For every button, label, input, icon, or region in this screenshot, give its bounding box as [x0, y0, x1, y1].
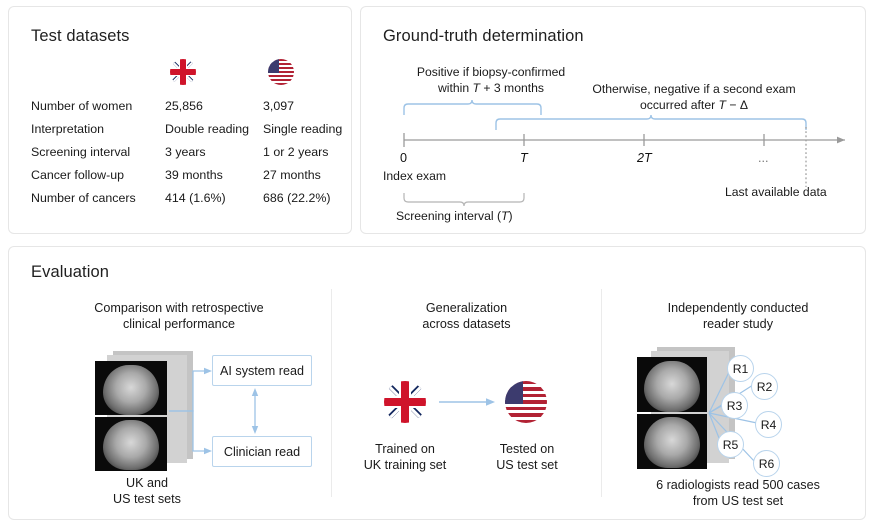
row-value-us: 686 (22.2%): [263, 191, 331, 205]
row-label: Screening interval: [31, 145, 130, 159]
row-value-uk: Double reading: [165, 122, 249, 136]
datasets-table: Number of women 25,856 3,097 Interpretat…: [31, 99, 336, 214]
panel-title-test-datasets: Test datasets: [31, 27, 130, 46]
row-value-uk: 414 (1.6%): [165, 191, 226, 205]
table-row: Cancer follow-up 39 months 27 months: [31, 168, 336, 190]
table-row: Interpretation Double reading Single rea…: [31, 122, 336, 144]
row-value-uk: 39 months: [165, 168, 223, 182]
tick-label-ellipsis: ...: [758, 151, 769, 165]
brace-screening-interval: [404, 193, 524, 206]
table-row: Screening interval 3 years 1 or 2 years: [31, 145, 336, 167]
row-value-us: 1 or 2 years: [263, 145, 328, 159]
row-value-us: 27 months: [263, 168, 321, 182]
evaluation-panel: Evaluation Comparison with retrospective…: [8, 246, 866, 520]
reader-circle-R5: R5: [717, 431, 744, 458]
row-value-uk: 25,856: [165, 99, 203, 113]
screening-interval-pre: Screening interval (: [396, 209, 501, 223]
uk-flag-icon: [170, 59, 196, 85]
last-available-data-label: Last available data: [725, 185, 827, 199]
row-label: Cancer follow-up: [31, 168, 124, 182]
row-label: Number of cancers: [31, 191, 136, 205]
row-label: Interpretation: [31, 122, 104, 136]
tick-label-0: 0: [400, 151, 407, 165]
table-row: Number of women 25,856 3,097: [31, 99, 336, 121]
index-exam-label: Index exam: [383, 169, 446, 183]
reader-study-caption-line2: from US test set: [617, 493, 859, 509]
timeline-arrowhead: [837, 137, 845, 144]
reader-study-caption-line1: 6 radiologists read 500 cases: [617, 477, 859, 493]
screening-interval-label: Screening interval (T): [396, 209, 513, 223]
table-row: Number of cancers 414 (1.6%) 686 (22.2%): [31, 191, 336, 213]
reader-circle-R6: R6: [753, 450, 780, 477]
tick-label-2T: 2T: [637, 151, 652, 165]
row-value-us: 3,097: [263, 99, 294, 113]
screening-interval-post: ): [508, 209, 512, 223]
ground-truth-panel: Ground-truth determination Positive if b…: [360, 6, 866, 234]
brace-negative-window: [496, 115, 806, 130]
reader-circle-R2: R2: [751, 373, 778, 400]
us-flag-icon: [268, 59, 294, 85]
row-value-us: Single reading: [263, 122, 342, 136]
tick-label-T: T: [520, 151, 528, 165]
reader-circle-R4: R4: [755, 411, 782, 438]
row-value-uk: 3 years: [165, 145, 206, 159]
row-label: Number of women: [31, 99, 132, 113]
timeline-graphic: [361, 7, 867, 235]
reader-circle-R3: R3: [721, 392, 748, 419]
reader-circle-R1: R1: [727, 355, 754, 382]
test-datasets-panel: Test datasets Number of women 25,856 3,0…: [8, 6, 352, 234]
brace-positive-window: [404, 100, 541, 115]
